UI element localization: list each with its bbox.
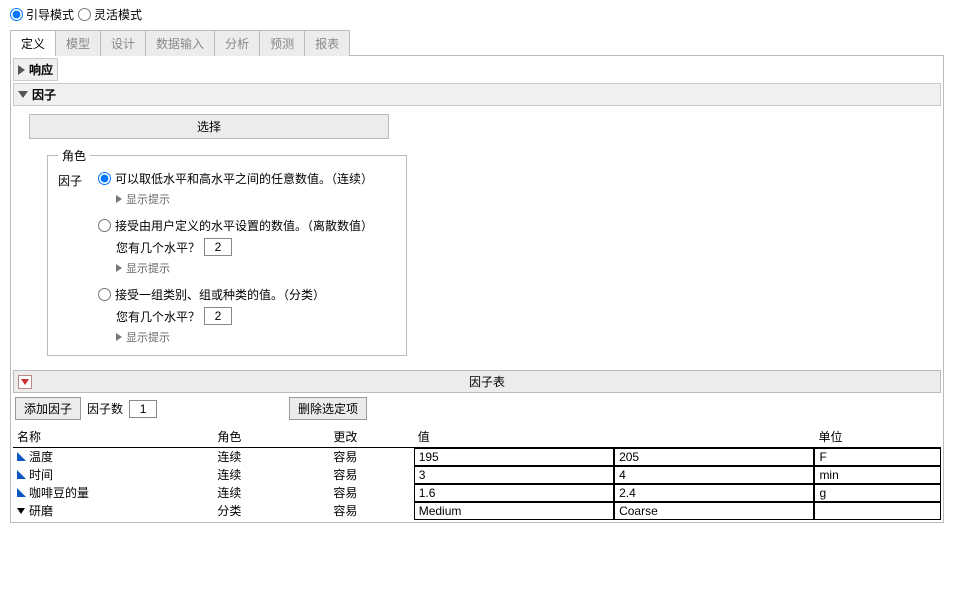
factor-type-continuous-label: 可以取低水平和高水平之间的任意数值。（连续） [115,170,373,187]
continuous-icon [17,488,26,497]
section-response[interactable]: 响应 [13,58,58,81]
table-row[interactable]: 研磨 分类容易MediumCoarse [13,502,941,520]
value-unit[interactable] [814,502,941,520]
factor-name: 研磨 [29,504,53,518]
factor-change: 容易 [329,448,413,466]
factor-role: 连续 [213,484,329,502]
tab-model[interactable]: 模型 [55,30,101,56]
tab-report[interactable]: 报表 [304,30,350,56]
continuous-icon [17,470,26,479]
factor-name: 咖啡豆的量 [29,486,89,500]
factor-type-categorical-label: 接受一组类别、组或种类的值。（分类） [115,286,325,303]
mode-guided-input[interactable] [10,8,23,21]
role-legend: 角色 [58,147,90,164]
value-low[interactable]: 195 [414,448,614,466]
factor-type-discrete[interactable] [98,219,111,232]
table-row[interactable]: 咖啡豆的量 连续容易1.62.4g [13,484,941,502]
factor-table-disclosure[interactable] [18,375,32,389]
levels-input-3[interactable] [204,307,232,325]
tab-design[interactable]: 设计 [100,30,146,56]
col-name[interactable]: 名称 [13,426,213,448]
factor-role: 连续 [213,466,329,484]
value-unit[interactable]: F [814,448,941,466]
value-unit[interactable]: min [814,466,941,484]
section-response-label: 响应 [29,61,53,78]
factor-change: 容易 [329,484,413,502]
factor-type-discrete-label: 接受由用户定义的水平设置的数值。（离散数值） [115,217,373,234]
chevron-right-icon [116,333,122,341]
col-change[interactable]: 更改 [329,426,413,448]
levels-input-2[interactable] [204,238,232,256]
factor-table-title: 因子表 [38,373,936,390]
mode-flexible-input[interactable] [78,8,91,21]
factor-role: 连续 [213,448,329,466]
factor-change: 容易 [329,502,413,520]
section-factor[interactable]: 因子 [13,83,941,106]
tab-datain[interactable]: 数据输入 [145,30,215,56]
chevron-down-icon [18,91,28,98]
chevron-right-icon [116,264,122,272]
add-factor-button[interactable]: 添加因子 [15,397,81,420]
table-row[interactable]: 温度 连续容易195205F [13,448,941,466]
hint-toggle-2[interactable]: 显示提示 [116,260,396,276]
factor-count-input[interactable] [129,400,157,418]
factor-type-continuous[interactable] [98,172,111,185]
col-unit[interactable]: 单位 [814,426,941,448]
factor-change: 容易 [329,466,413,484]
tab-analyze[interactable]: 分析 [214,30,260,56]
hint-label: 显示提示 [126,329,170,345]
hint-toggle-1[interactable]: 显示提示 [116,191,396,207]
section-factor-label: 因子 [32,86,56,103]
value-low[interactable]: 1.6 [414,484,614,502]
select-button[interactable]: 选择 [29,114,389,139]
mode-flexible-label: 灵活模式 [94,6,142,23]
delete-selected-button[interactable]: 删除选定项 [289,397,367,420]
value-high[interactable]: 2.4 [614,484,814,502]
factor-table: 名称 角色 更改 值 单位 温度连续容易195205F时间连续容易34min咖啡… [13,426,941,520]
col-role[interactable]: 角色 [213,426,329,448]
mode-flexible-radio[interactable]: 灵活模式 [78,6,142,23]
mode-guided-label: 引导模式 [26,6,74,23]
chevron-right-icon [116,195,122,203]
tab-define[interactable]: 定义 [10,30,56,56]
tabstrip: 定义 模型 设计 数据输入 分析 预测 报表 [10,29,944,56]
chevron-down-icon [21,379,29,385]
value-high[interactable]: 205 [614,448,814,466]
value-low[interactable]: Medium [414,502,614,520]
continuous-icon [17,452,26,461]
hint-label: 显示提示 [126,260,170,276]
value-low[interactable]: 3 [414,466,614,484]
chevron-right-icon [18,65,25,75]
levels-ask-3: 您有几个水平？ [116,308,200,325]
factor-type-categorical[interactable] [98,288,111,301]
chevron-down-icon [17,507,25,515]
tab-pane: 响应 因子 选择 角色 因子 可以取低水平和高水平之间的任意数值。（连续） [10,56,944,523]
value-high[interactable]: 4 [614,466,814,484]
factor-row-label: 因子 [58,170,98,189]
tab-predict[interactable]: 预测 [259,30,305,56]
factor-role: 分类 [213,502,329,520]
mode-guided-radio[interactable]: 引导模式 [10,6,74,23]
value-unit[interactable]: g [814,484,941,502]
factor-name: 时间 [29,468,53,482]
levels-ask-2: 您有几个水平？ [116,239,200,256]
hint-label: 显示提示 [126,191,170,207]
value-high[interactable]: Coarse [614,502,814,520]
role-fieldset: 角色 因子 可以取低水平和高水平之间的任意数值。（连续） 显示提示 [47,147,407,356]
table-row[interactable]: 时间 连续容易34min [13,466,941,484]
factor-count-label: 因子数 [87,400,123,417]
hint-toggle-3[interactable]: 显示提示 [116,329,396,345]
col-value[interactable]: 值 [414,426,815,448]
factor-name: 温度 [29,450,53,464]
